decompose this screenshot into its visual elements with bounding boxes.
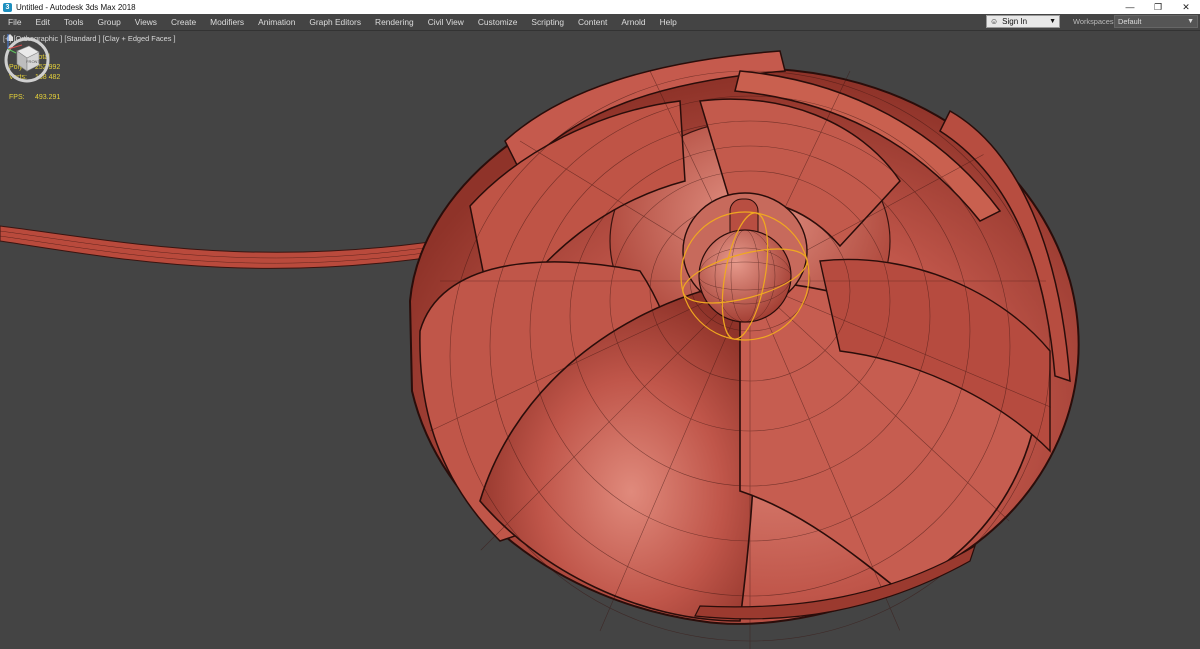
window-title: Untitled - Autodesk 3ds Max 2018 [16, 2, 136, 12]
chevron-down-icon: ▼ [1049, 18, 1056, 25]
menu-group[interactable]: Group [91, 14, 128, 29]
viewcube-face-label: FRONT [26, 59, 40, 64]
menu-help[interactable]: Help [653, 14, 684, 29]
stats-fps: FPS: 493.291 [9, 93, 60, 103]
menu-tools[interactable]: Tools [57, 14, 91, 29]
person-icon: ☺ [990, 17, 999, 26]
sign-in-label: Sign In [1002, 17, 1028, 26]
fps-value: 493.291 [35, 94, 61, 101]
menu-edit[interactable]: Edit [29, 14, 57, 29]
fps-label: FPS: [9, 94, 25, 101]
light-bulb [698, 229, 792, 323]
menu-modifiers[interactable]: Modifiers [203, 14, 251, 29]
scene-render [0, 50, 1080, 649]
power-cable [0, 225, 473, 269]
perspective-viewport[interactable]: [+] [Orthographic ] [Standard ] [Clay + … [0, 30, 1200, 649]
restore-button[interactable]: ❐ [1144, 0, 1172, 14]
sign-in-dropdown[interactable]: ☺ Sign In ▼ [986, 15, 1060, 28]
menu-customize[interactable]: Customize [471, 14, 525, 29]
menu-bar: File Edit Tools Group Views Create Modif… [0, 14, 1200, 29]
menu-graph-editors[interactable]: Graph Editors [302, 14, 368, 29]
axis-tripod-icon [7, 34, 23, 54]
menu-arnold[interactable]: Arnold [614, 14, 652, 29]
workspaces-select[interactable]: Default ▼ [1114, 15, 1198, 28]
close-button[interactable]: ✕ [1172, 0, 1200, 14]
minimize-button[interactable]: — [1116, 0, 1144, 14]
menu-file[interactable]: File [0, 14, 29, 29]
menu-animation[interactable]: Animation [251, 14, 302, 29]
menu-create[interactable]: Create [164, 14, 203, 29]
menu-content[interactable]: Content [571, 14, 614, 29]
menu-civil-view[interactable]: Civil View [421, 14, 471, 29]
app-logo-icon: 3 [3, 2, 12, 12]
chevron-down-icon: ▼ [1187, 18, 1194, 25]
menu-scripting[interactable]: Scripting [524, 14, 571, 29]
window-controls: — ❐ ✕ [1116, 0, 1200, 14]
menu-rendering[interactable]: Rendering [368, 14, 421, 29]
title-bar: 3 Untitled - Autodesk 3ds Max 2018 — ❐ ✕ [0, 0, 1200, 14]
workspaces-label: Workspaces: [1073, 17, 1116, 26]
menu-views[interactable]: Views [128, 14, 164, 29]
workspaces-value: Default [1118, 17, 1142, 26]
